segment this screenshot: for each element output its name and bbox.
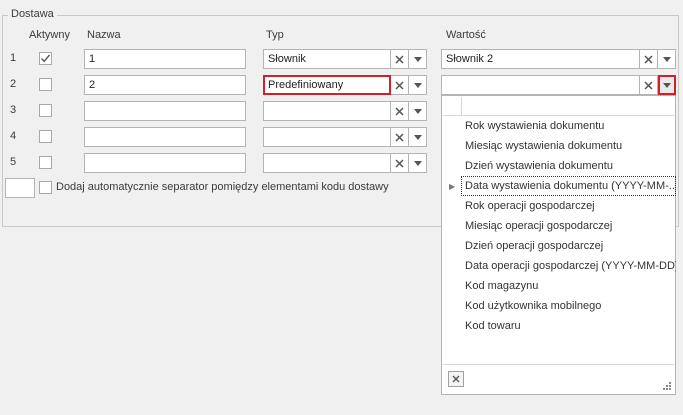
- close-icon[interactable]: [391, 75, 409, 95]
- row-value-combo[interactable]: [441, 75, 676, 95]
- dropdown-item[interactable]: Rok wystawienia dokumentu: [461, 116, 676, 136]
- row-name-input[interactable]: 1: [84, 49, 246, 69]
- row-number: 4: [10, 130, 17, 142]
- separator-label: Dodaj automatycznie separator pomiędzy e…: [56, 181, 389, 193]
- triangle-right-icon: ▶: [449, 182, 456, 191]
- row-name-input[interactable]: [84, 153, 246, 173]
- chevron-down-icon[interactable]: [658, 75, 676, 95]
- row-type-field[interactable]: Predefiniowany: [263, 75, 391, 95]
- dropdown-footer: [443, 364, 674, 393]
- dropdown-item[interactable]: Rok operacji gospodarczej: [461, 196, 676, 216]
- chevron-down-icon[interactable]: [409, 75, 427, 95]
- row-value-field[interactable]: [441, 75, 640, 95]
- row-active-checkbox[interactable]: [39, 52, 52, 65]
- separator-checkbox[interactable]: [39, 181, 52, 194]
- dropdown-filter-row[interactable]: [443, 97, 674, 116]
- dropdown-item[interactable]: Miesiąc wystawienia dokumentu: [461, 136, 676, 156]
- row-active-checkbox[interactable]: [39, 104, 52, 117]
- chevron-down-icon[interactable]: [409, 127, 427, 147]
- close-icon[interactable]: [391, 153, 409, 173]
- close-icon[interactable]: [391, 127, 409, 147]
- header-value: Wartość: [446, 29, 486, 41]
- separator-char-input[interactable]: [5, 178, 35, 198]
- dropdown-item[interactable]: Data wystawienia dokumentu (YYYY-MM-...: [461, 176, 676, 196]
- dropdown-item[interactable]: Dzień operacji gospodarczej: [461, 236, 676, 256]
- dropdown-filter-indicator: [443, 97, 462, 115]
- row-value-field[interactable]: Słownik 2: [441, 49, 640, 69]
- dropdown-item[interactable]: Dzień wystawienia dokumentu: [461, 156, 676, 176]
- close-icon[interactable]: [640, 75, 658, 95]
- close-icon[interactable]: [640, 49, 658, 69]
- chevron-down-icon[interactable]: [658, 49, 676, 69]
- dropdown-item[interactable]: Data operacji gospodarczej (YYYY-MM-DD): [461, 256, 676, 276]
- row-type-combo[interactable]: [263, 101, 427, 121]
- chevron-down-icon[interactable]: [409, 49, 427, 69]
- row-type-combo[interactable]: [263, 153, 427, 173]
- row-number: 1: [10, 52, 17, 64]
- chevron-down-icon[interactable]: [409, 153, 427, 173]
- row-active-checkbox[interactable]: [39, 130, 52, 143]
- close-icon[interactable]: [448, 371, 464, 387]
- header-type: Typ: [266, 29, 284, 41]
- row-type-combo[interactable]: [263, 127, 427, 147]
- dropdown-item[interactable]: Kod towaru: [461, 316, 676, 336]
- resize-grip-icon[interactable]: [663, 382, 671, 390]
- header-name: Nazwa: [87, 29, 121, 41]
- row-value-combo[interactable]: Słownik 2: [441, 49, 676, 69]
- dropdown-item[interactable]: Kod użytkownika mobilnego: [461, 296, 676, 316]
- row-number: 5: [10, 156, 17, 168]
- group-title: Dostawa: [8, 8, 57, 20]
- dropdown-item[interactable]: Kod magazynu: [461, 276, 676, 296]
- header-active: Aktywny: [29, 29, 70, 41]
- row-name-input[interactable]: 2: [84, 75, 246, 95]
- row-active-checkbox[interactable]: [39, 78, 52, 91]
- row-type-field[interactable]: [263, 153, 391, 173]
- row-type-field[interactable]: [263, 101, 391, 121]
- row-name-input[interactable]: [84, 127, 246, 147]
- row-type-combo[interactable]: Słownik: [263, 49, 427, 69]
- row-type-combo[interactable]: Predefiniowany: [263, 75, 427, 95]
- row-number: 3: [10, 104, 17, 116]
- row-name-input[interactable]: [84, 101, 246, 121]
- close-icon[interactable]: [391, 49, 409, 69]
- row-number: 2: [10, 78, 17, 90]
- dropdown-item[interactable]: Miesiąc operacji gospodarczej: [461, 216, 676, 236]
- row-active-checkbox[interactable]: [39, 156, 52, 169]
- value-dropdown-list[interactable]: Rok wystawienia dokumentu Miesiąc wystawi…: [441, 95, 676, 395]
- close-icon[interactable]: [391, 101, 409, 121]
- row-type-field[interactable]: [263, 127, 391, 147]
- chevron-down-icon[interactable]: [409, 101, 427, 121]
- row-type-field[interactable]: Słownik: [263, 49, 391, 69]
